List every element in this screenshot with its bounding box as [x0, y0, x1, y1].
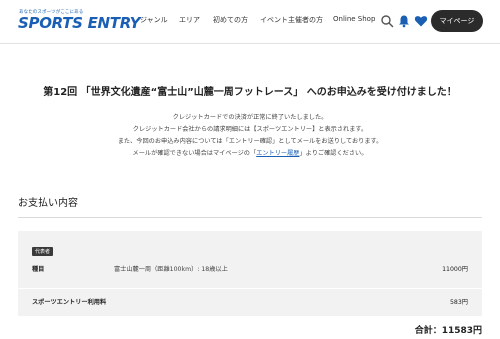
nav-area[interactable]: エリア [179, 15, 200, 25]
mypage-button[interactable]: マイページ [431, 10, 483, 32]
message-line: クレジットカードでの決済が正常に終了いたしました。 [172, 114, 328, 121]
payment-section-title: お支払い内容 [18, 198, 78, 209]
nav-genre[interactable]: ジャンル [140, 15, 168, 25]
nav-beginners[interactable]: 初めての方 [213, 15, 248, 25]
nav-organizers[interactable]: イベント主催者の方 [260, 15, 323, 25]
heart-icon[interactable] [414, 13, 428, 27]
fee-price: 583円 [450, 299, 468, 306]
entry-history-link[interactable]: エントリー履歴 [256, 150, 299, 157]
nav-online-shop[interactable]: Online Shop [333, 15, 375, 23]
event-price: 11000円 [442, 266, 468, 273]
main-content: 第12回 「世界文化遺産“富士山”山麓一周フットレース」 へのお申込みを受け付け… [0, 44, 500, 339]
section-divider [18, 217, 482, 218]
message-line: また、今回のお申込み内容については「エントリー確認」としてメールをお送りしており… [117, 138, 383, 145]
mail-note-suffix: 」よりご確認ください。 [299, 150, 368, 157]
total-amount: 合計：11583円 [414, 326, 482, 336]
site-header: あなたのスポーツがここにある SPORTS ENTRY ジャンル エリア 初めて… [0, 0, 500, 44]
confirmation-title: 第12回 「世界文化遺産“富士山”山麓一周フットレース」 へのお申込みを受け付け… [43, 87, 457, 98]
bell-icon[interactable] [397, 13, 411, 28]
mail-note-prefix: メールが確認できない場合はマイページの「 [132, 150, 257, 157]
message-line: クレジットカード会社からの請求明細には【スポーツエントリー】と表示されます。 [132, 126, 368, 133]
representative-badge: 代表者 [32, 247, 54, 256]
mail-note: メールが確認できない場合はマイページの「エントリー履歴」よりご確認ください。 [0, 148, 500, 157]
event-description: 富士山麓一周（距離100km）: 18歳以上 [114, 266, 228, 273]
event-label: 種目 [32, 266, 45, 273]
search-icon[interactable] [380, 13, 394, 28]
payment-summary: 代表者 種目 富士山麓一周（距離100km）: 18歳以上 11000円 スポー… [18, 231, 482, 316]
sports-entry-logo[interactable]: あなたのスポーツがここにある SPORTS ENTRY [18, 9, 140, 33]
fee-label: スポーツエントリー利用料 [32, 299, 107, 306]
logo-wordmark: SPORTS ENTRY [18, 14, 141, 32]
row-divider [18, 288, 482, 289]
